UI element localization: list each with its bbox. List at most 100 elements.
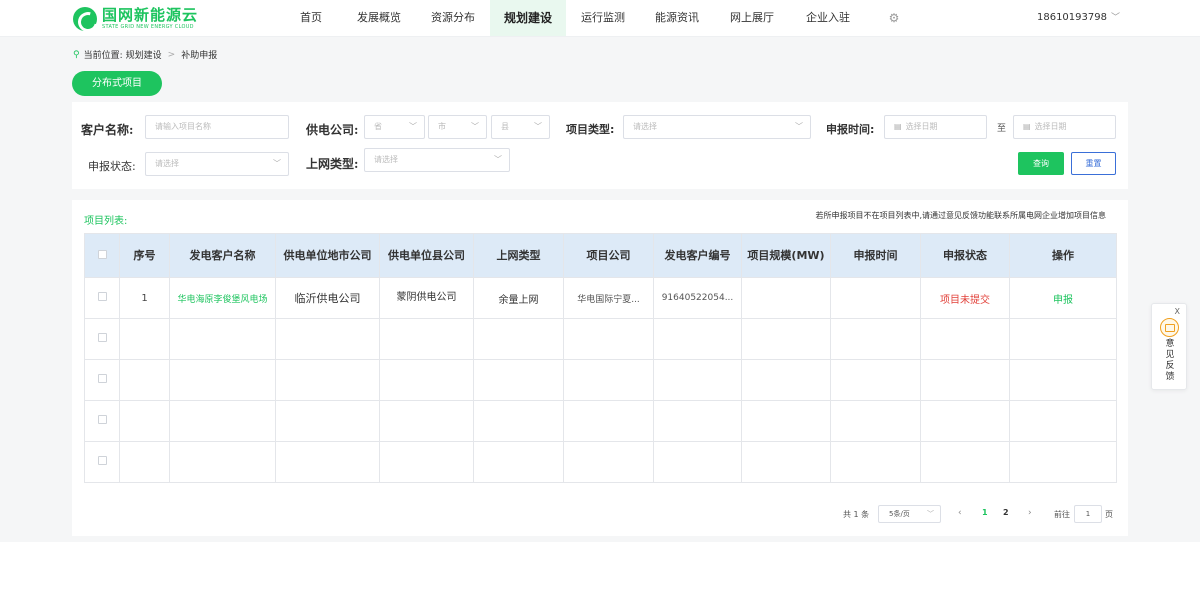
- report-time-label: 申报时间:: [826, 123, 875, 136]
- grid-type-select[interactable]: 请选择 ﹀: [364, 148, 510, 172]
- tab-distributed-projects[interactable]: 分布式项目: [72, 71, 162, 96]
- settings-gear-icon[interactable]: ⚙: [880, 0, 908, 36]
- report-status-label: 申报状态:: [88, 160, 136, 173]
- feedback-label: 意见反馈: [1165, 339, 1175, 382]
- search-button[interactable]: 查询: [1018, 152, 1064, 175]
- user-account[interactable]: 18610193798 ﹀: [1037, 0, 1120, 36]
- col-customer-no: 发电客户编号: [653, 233, 742, 278]
- row-report-time: [830, 277, 921, 319]
- grid-type-label: 上网类型:: [306, 157, 359, 171]
- main-nav: 首页 发展概览 资源分布 规划建设 运行监测 能源资讯 网上展厅 企业入驻 ⚙: [280, 0, 908, 36]
- date-range-to: 至: [997, 124, 1007, 134]
- nav-monitoring[interactable]: 运行监测: [566, 0, 640, 36]
- nav-enterprise[interactable]: 企业入驻: [790, 0, 866, 36]
- row-city-company: 临沂供电公司: [294, 292, 361, 305]
- top-header: 国网新能源云 STATE GRID NEW ENERGY CLOUD 首页 发展…: [0, 0, 1200, 37]
- col-customer-name: 发电客户名称: [169, 233, 276, 278]
- row-checkbox[interactable]: [84, 441, 120, 483]
- chevron-down-icon: ﹀: [471, 122, 479, 131]
- report-status-select[interactable]: 请选择 ﹀: [145, 152, 289, 176]
- county-select[interactable]: 县 ﹀: [491, 115, 550, 139]
- goto-suffix: 页: [1105, 510, 1113, 519]
- row-checkbox[interactable]: [84, 359, 120, 401]
- project-list-panel: 项目列表: 若所申报项目不在项目列表中,请通过意见反馈功能联系所属电网企业增加项…: [72, 200, 1128, 536]
- prev-page-icon[interactable]: ‹: [958, 508, 962, 518]
- nav-resources[interactable]: 资源分布: [416, 0, 490, 36]
- col-city-company: 供电单位地市公司: [275, 233, 380, 278]
- feedback-widget[interactable]: X 意见反馈: [1151, 303, 1187, 390]
- nav-news[interactable]: 能源资讯: [640, 0, 714, 36]
- row-status: 项目未提交: [940, 294, 990, 306]
- goto-label: 前往: [1054, 510, 1070, 519]
- table-row-empty: [84, 400, 1117, 442]
- breadcrumb-level2: 补助申报: [181, 51, 218, 61]
- row-customer-no: 91640522054...: [661, 293, 734, 303]
- chevron-down-icon: ﹀: [409, 122, 417, 131]
- start-date-picker[interactable]: ▤ 选择日期: [884, 115, 987, 139]
- pagination: 共 1 条 5条/页 ﹀ ‹ 1 2 › 前往 1 页: [72, 505, 1128, 525]
- row-checkbox[interactable]: [84, 400, 120, 442]
- province-select[interactable]: 省 ﹀: [364, 115, 425, 139]
- nav-overview[interactable]: 发展概览: [342, 0, 416, 36]
- row-index: 1: [119, 277, 170, 319]
- nav-exhibition[interactable]: 网上展厅: [714, 0, 790, 36]
- row-project-company: 华电国际宁夏...: [577, 294, 640, 305]
- list-title: 项目列表:: [84, 216, 128, 227]
- row-scale: [741, 277, 831, 319]
- chevron-down-icon: ﹀: [494, 155, 502, 164]
- table-row: 1 华电海原李俊堡风电场 临沂供电公司 蒙阴供电公司 余量上网 华电国际宁夏..…: [84, 277, 1117, 319]
- pagination-total: 共 1 条: [843, 510, 870, 519]
- table-row-empty: [84, 359, 1117, 401]
- logo-subtitle: STATE GRID NEW ENERGY CLOUD: [102, 24, 194, 30]
- table-header-row: 序号 发电客户名称 供电单位地市公司 供电单位县公司 上网类型 项目公司 发电客…: [84, 233, 1117, 278]
- goto-page-input[interactable]: 1: [1074, 505, 1102, 523]
- breadcrumb: ⚲ 当前位置: 规划建设 > 补助申报: [73, 48, 218, 62]
- chevron-down-icon: ﹀: [534, 122, 542, 131]
- chevron-down-icon: ﹀: [1110, 13, 1120, 23]
- project-type-select[interactable]: 请选择 ﹀: [623, 115, 811, 139]
- select-all-checkbox[interactable]: [84, 233, 120, 278]
- chevron-down-icon: ﹀: [795, 122, 803, 131]
- col-report-time: 申报时间: [830, 233, 921, 278]
- project-type-label: 项目类型:: [566, 123, 615, 136]
- table-row-empty: [84, 318, 1117, 360]
- supply-company-label: 供电公司:: [306, 123, 359, 137]
- user-phone: 18610193798: [1036, 12, 1107, 23]
- filter-panel: 客户名称: 请输入项目名称 供电公司: 省 ﹀ 市 ﹀ 县 ﹀ 项目类型: 请选择 ﹀ …: [72, 102, 1128, 189]
- end-date-picker[interactable]: ▤ 选择日期: [1013, 115, 1116, 139]
- city-select[interactable]: 市 ﹀: [428, 115, 487, 139]
- chevron-down-icon: ﹀: [927, 510, 934, 518]
- row-customer-link[interactable]: 华电海原李俊堡风电场: [176, 292, 269, 305]
- nav-home[interactable]: 首页: [280, 0, 342, 36]
- feedback-mail-icon: [1160, 318, 1179, 337]
- logo[interactable]: 国网新能源云 STATE GRID NEW ENERGY CLOUD: [73, 6, 198, 32]
- row-grid-type: 余量上网: [498, 294, 539, 306]
- page-2[interactable]: 2: [1003, 508, 1009, 517]
- page-1[interactable]: 1: [982, 508, 988, 517]
- logo-title: 国网新能源云: [102, 6, 199, 24]
- row-checkbox[interactable]: [84, 277, 120, 319]
- chevron-down-icon: ﹀: [273, 159, 281, 168]
- breadcrumb-level1[interactable]: 规划建设: [126, 48, 162, 61]
- customer-name-label: 客户名称:: [81, 123, 134, 137]
- breadcrumb-prefix: 当前位置:: [83, 51, 123, 61]
- row-county-company: 蒙阴供电公司: [396, 292, 457, 303]
- col-project-company: 项目公司: [563, 233, 654, 278]
- reset-button[interactable]: 重置: [1071, 152, 1116, 175]
- col-grid-type: 上网类型: [473, 233, 564, 278]
- customer-name-input[interactable]: 请输入项目名称: [145, 115, 289, 139]
- col-index: 序号: [119, 233, 170, 278]
- calendar-icon: ▤: [894, 122, 902, 131]
- row-checkbox[interactable]: [84, 318, 120, 360]
- close-icon[interactable]: X: [1175, 307, 1180, 316]
- col-scale: 项目规模(MW): [741, 233, 831, 278]
- next-page-icon[interactable]: ›: [1028, 508, 1032, 518]
- calendar-icon: ▤: [1023, 122, 1031, 131]
- project-table: 序号 发电客户名称 供电单位地市公司 供电单位县公司 上网类型 项目公司 发电客…: [84, 233, 1117, 483]
- col-county-company: 供电单位县公司: [379, 233, 474, 278]
- page-size-select[interactable]: 5条/页 ﹀: [878, 505, 941, 523]
- nav-planning[interactable]: 规划建设: [490, 0, 566, 36]
- row-report-action[interactable]: 申报: [1053, 295, 1073, 306]
- breadcrumb-separator-icon: >: [167, 49, 176, 60]
- list-note: 若所申报项目不在项目列表中,请通过意见反馈功能联系所属电网企业增加项目信息: [815, 211, 1106, 220]
